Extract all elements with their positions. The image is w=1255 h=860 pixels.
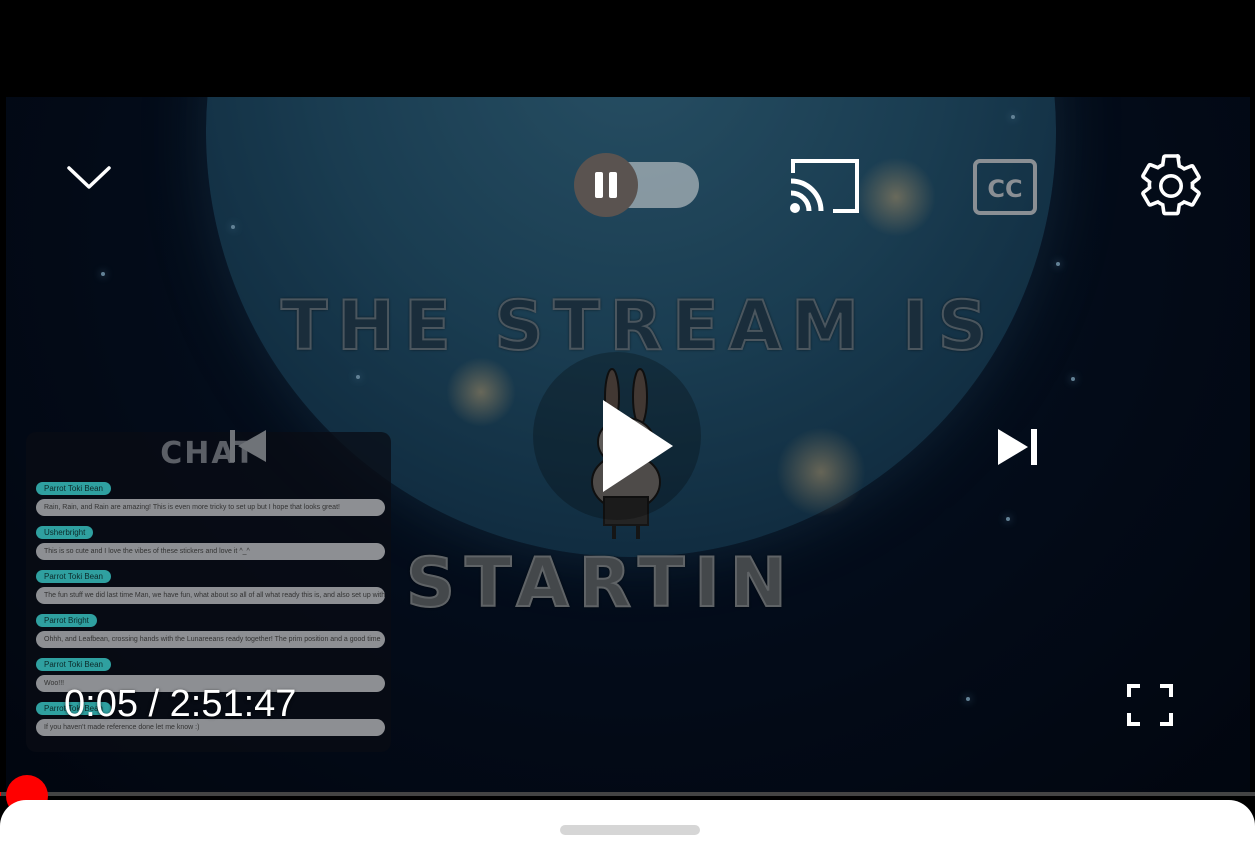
fullscreen-icon[interactable] [1126,683,1174,727]
chat-message: Usherbright This is so cute and I love th… [36,522,385,560]
chat-text: This is so cute and I love the vibes of … [36,543,385,560]
cast-icon[interactable] [787,155,861,217]
chat-author: Parrot Toki Bean [36,482,111,495]
cc-icon[interactable]: CC [972,158,1038,216]
svg-text:CC: CC [987,175,1022,203]
progress-played [0,792,1,796]
time-separator: / [137,683,170,725]
chat-message: Parrot Bright Ohhh, and Leafbean, crossin… [36,610,385,648]
sheet-drag-handle[interactable] [560,825,700,835]
progress-bar[interactable] [0,792,1255,796]
skip-previous-icon[interactable] [228,426,268,466]
play-icon [603,400,673,492]
chat-message: Parrot Toki Bean Rain, Rain, and Rain are… [36,478,385,516]
gear-icon[interactable] [1135,150,1207,222]
chat-text: Rain, Rain, and Rain are amazing! This i… [36,499,385,516]
chat-author: Usherbright [36,526,94,539]
chat-author: Parrot Toki Bean [36,570,111,583]
chat-author: Parrot Bright [36,614,97,627]
chat-author: Parrot Toki Bean [36,658,111,671]
time-display: 0:05 / 2:51:47 [64,683,296,726]
current-time: 0:05 [64,683,138,725]
skip-next-icon[interactable] [996,426,1042,468]
chat-text: Ohhh, and Leafbean, crossing hands with … [36,631,385,648]
chat-message: Parrot Toki Bean The fun stuff we did las… [36,566,385,604]
play-button[interactable] [533,352,701,520]
autoplay-toggle[interactable] [573,152,701,218]
letterbox-top [0,0,1255,97]
total-time: 2:51:47 [169,683,297,725]
chevron-down-icon[interactable] [66,162,112,192]
pause-toggle-icon [595,172,603,198]
chat-header: CHAT [160,435,257,471]
chat-text: The fun stuff we did last time Man, we h… [36,587,385,604]
